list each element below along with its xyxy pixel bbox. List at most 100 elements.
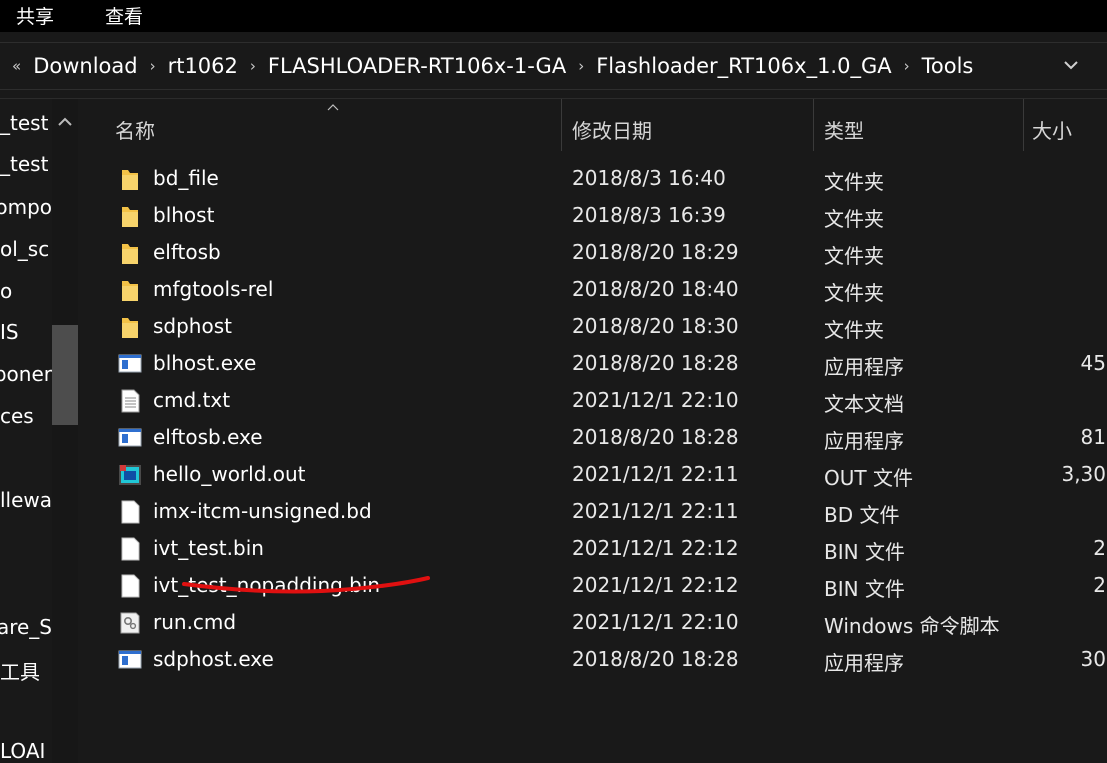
column-header-size[interactable]: 大小 xyxy=(1024,99,1107,153)
file-type: 文件夹 xyxy=(824,318,884,342)
file-type: Windows 命令脚本 xyxy=(824,614,1000,638)
file-modified: 2021/12/1 22:12 xyxy=(572,536,739,560)
chevron-right-icon[interactable]: › xyxy=(250,57,256,75)
file-modified: 2018/8/20 18:29 xyxy=(572,240,739,264)
file-modified: 2021/12/1 22:12 xyxy=(572,573,739,597)
file-type: 应用程序 xyxy=(824,355,904,379)
navigation-pane: _test _test ompo ol_sc o IS poner ces ll… xyxy=(0,99,80,763)
file-type: BIN 文件 xyxy=(824,577,905,601)
file-size: 2 xyxy=(1093,536,1106,560)
file-row[interactable]: sdphost.exe 2018/8/20 18:28 应用程序 30 xyxy=(80,642,1107,679)
text-file-icon xyxy=(118,388,142,414)
file-modified: 2021/12/1 22:10 xyxy=(572,388,739,412)
nav-item[interactable]: IS xyxy=(0,320,52,356)
file-name: elftosb xyxy=(153,240,221,264)
blank-file-icon xyxy=(118,536,142,562)
file-name: blhost.exe xyxy=(153,351,257,375)
exe-icon xyxy=(118,351,142,377)
file-row[interactable]: elftosb.exe 2018/8/20 18:28 应用程序 81 xyxy=(80,420,1107,457)
file-row[interactable]: run.cmd 2021/12/1 22:10 Windows 命令脚本 xyxy=(80,605,1107,642)
column-header-type[interactable]: 类型 xyxy=(814,99,1022,153)
file-type: BIN 文件 xyxy=(824,540,905,564)
nav-scrollbar[interactable] xyxy=(52,99,78,763)
file-type: 文件夹 xyxy=(824,170,884,194)
crumb-flashloader-version[interactable]: Flashloader_RT106x_1.0_GA xyxy=(596,54,891,78)
breadcrumb: « Download › rt1062 › FLASHLOADER-RT106x… xyxy=(12,43,973,89)
exe-icon xyxy=(118,425,142,451)
file-size: 30 xyxy=(1080,647,1106,671)
crumb-download[interactable]: Download xyxy=(33,54,137,78)
nav-item[interactable]: are_S xyxy=(0,615,52,651)
scroll-up-icon[interactable] xyxy=(52,107,78,137)
file-size: 45 xyxy=(1080,351,1106,375)
file-row[interactable]: bd_file 2018/8/3 16:40 文件夹 xyxy=(80,161,1107,198)
file-name: mfgtools-rel xyxy=(153,277,274,301)
nav-item[interactable]: LOAI xyxy=(0,739,52,763)
chevron-down-icon[interactable] xyxy=(1061,53,1081,77)
file-row[interactable]: blhost.exe 2018/8/20 18:28 应用程序 45 xyxy=(80,346,1107,383)
nav-item[interactable]: ces xyxy=(0,404,52,440)
address-bar: « Download › rt1062 › FLASHLOADER-RT106x… xyxy=(0,32,1107,99)
file-row[interactable]: elftosb 2018/8/20 18:29 文件夹 xyxy=(80,235,1107,272)
out-file-icon xyxy=(118,462,142,488)
file-name: blhost xyxy=(153,203,215,227)
file-size: 2 xyxy=(1093,573,1106,597)
file-name: cmd.txt xyxy=(153,388,231,412)
chevron-right-icon[interactable]: › xyxy=(904,57,910,75)
folder-icon xyxy=(118,240,142,266)
file-modified: 2018/8/20 18:28 xyxy=(572,351,739,375)
cmd-file-icon xyxy=(118,610,142,636)
nav-item[interactable]: _test xyxy=(0,111,52,147)
file-name: hello_world.out xyxy=(153,462,306,486)
tab-view[interactable]: 查看 xyxy=(105,2,143,29)
nav-item[interactable]: ompo xyxy=(0,195,52,231)
chevron-right-icon[interactable]: › xyxy=(578,57,584,75)
file-modified: 2021/12/1 22:11 xyxy=(572,462,739,486)
crumb-tools[interactable]: Tools xyxy=(922,54,974,78)
nav-item[interactable]: o xyxy=(0,279,52,315)
file-modified: 2018/8/3 16:39 xyxy=(572,203,726,227)
blank-file-icon xyxy=(118,573,142,599)
file-row[interactable]: mfgtools-rel 2018/8/20 18:40 文件夹 xyxy=(80,272,1107,309)
file-row[interactable]: cmd.txt 2021/12/1 22:10 文本文档 xyxy=(80,383,1107,420)
file-list: 名称 修改日期 类型 大小 bd_file 2018/8/3 16:40 文件夹 bl… xyxy=(80,99,1107,763)
scroll-thumb[interactable] xyxy=(52,325,78,425)
file-type: BD 文件 xyxy=(824,503,900,527)
folder-icon xyxy=(118,166,142,192)
file-modified: 2018/8/3 16:40 xyxy=(572,166,726,190)
crumb-flashloader-ga[interactable]: FLASHLOADER-RT106x-1-GA xyxy=(268,54,566,78)
file-type: 文件夹 xyxy=(824,244,884,268)
address-field[interactable]: « Download › rt1062 › FLASHLOADER-RT106x… xyxy=(0,42,1107,90)
file-name: ivt_test.bin xyxy=(153,536,264,560)
nav-item[interactable]: _test xyxy=(0,152,52,188)
column-header-name[interactable]: 名称 xyxy=(80,99,560,153)
file-row[interactable]: ivt_test_nopadding.bin 2021/12/1 22:12 BIN… xyxy=(80,568,1107,605)
nav-item[interactable]: 工具 xyxy=(0,656,52,692)
exe-icon xyxy=(118,647,142,673)
file-row[interactable]: sdphost 2018/8/20 18:30 文件夹 xyxy=(80,309,1107,346)
file-row[interactable]: blhost 2018/8/3 16:39 文件夹 xyxy=(80,198,1107,235)
crumb-rt1062[interactable]: rt1062 xyxy=(168,54,238,78)
file-row[interactable]: imx-itcm-unsigned.bd 2021/12/1 22:11 BD 文件 xyxy=(80,494,1107,531)
file-row[interactable]: hello_world.out 2021/12/1 22:11 OUT 文件 3,30 xyxy=(80,457,1107,494)
file-modified: 2018/8/20 18:30 xyxy=(572,314,739,338)
file-name: bd_file xyxy=(153,166,219,190)
file-type: OUT 文件 xyxy=(824,466,913,490)
file-name: run.cmd xyxy=(153,610,237,634)
file-type: 应用程序 xyxy=(824,429,904,453)
overflow-chevron-icon[interactable]: « xyxy=(12,57,21,75)
nav-item[interactable]: llewa xyxy=(0,488,52,524)
file-type: 应用程序 xyxy=(824,651,904,675)
column-header-modified[interactable]: 修改日期 xyxy=(562,99,812,153)
tab-share[interactable]: 共享 xyxy=(16,2,54,29)
file-size: 3,30 xyxy=(1061,462,1106,486)
file-size: 81 xyxy=(1080,425,1106,449)
blank-file-icon xyxy=(118,499,142,525)
chevron-right-icon[interactable]: › xyxy=(150,57,156,75)
nav-item[interactable]: poner xyxy=(0,362,52,398)
nav-item[interactable]: ol_sc xyxy=(0,237,52,273)
file-row[interactable]: ivt_test.bin 2021/12/1 22:12 BIN 文件 2 xyxy=(80,531,1107,568)
ribbon-bar: 共享 查看 xyxy=(0,0,1107,32)
file-name: imx-itcm-unsigned.bd xyxy=(153,499,372,523)
file-name: ivt_test_nopadding.bin xyxy=(153,573,381,597)
